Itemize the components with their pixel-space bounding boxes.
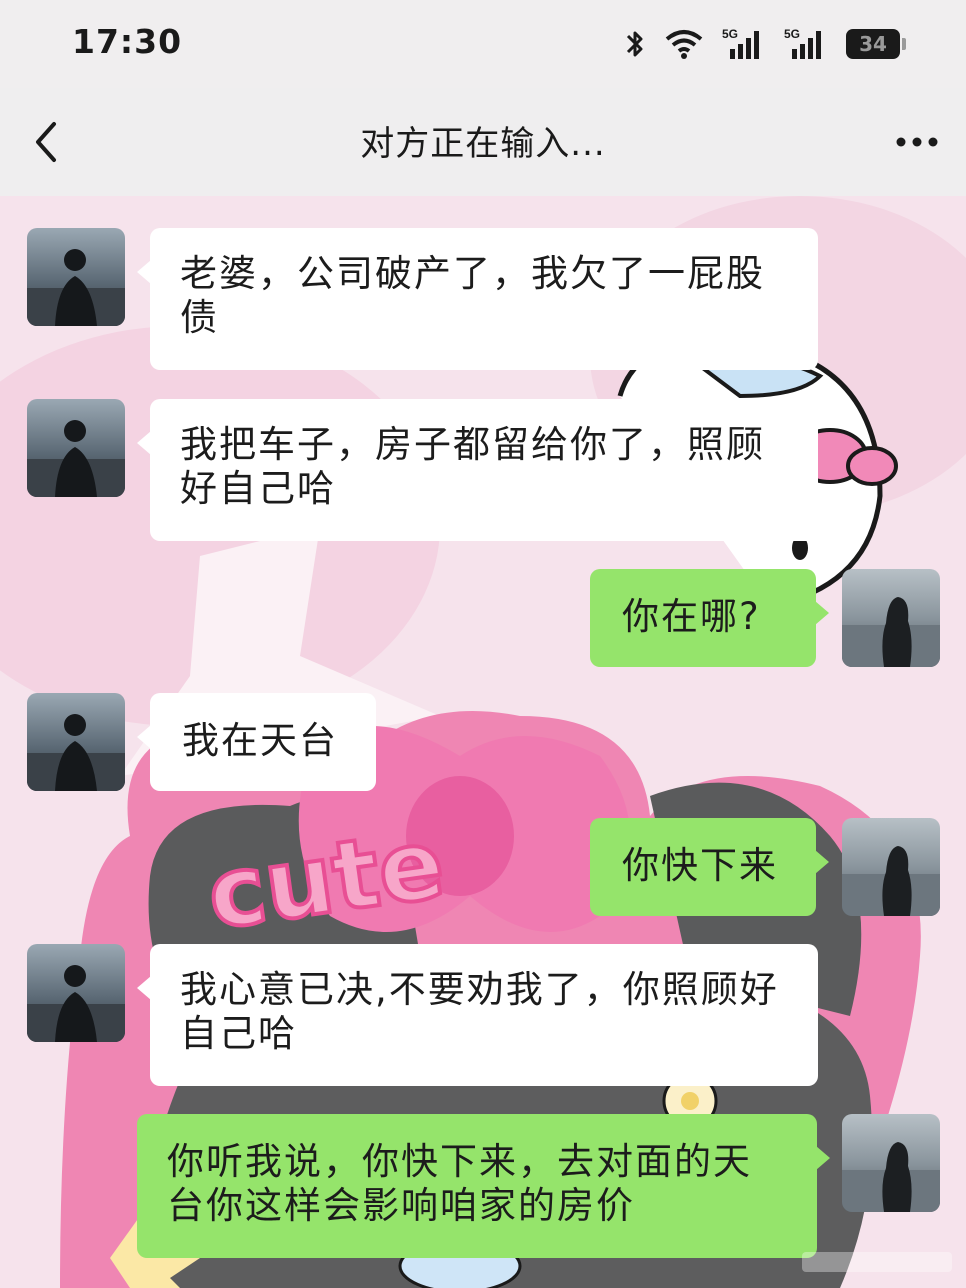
chat-header: 对方正在输入... [0,88,966,196]
signal-icon: 5G [722,27,759,59]
message-bubble-incoming[interactable]: 我在天台 [137,693,376,791]
message-bubble-incoming[interactable]: 我心意已决,不要劝我了，你照顾好自己哈 [137,944,818,1086]
message-text: 我心意已决,不要劝我了，你照顾好自己哈 [180,968,779,1055]
message-text: 我把车子，房子都留给你了，照顾好自己哈 [180,423,765,510]
status-bar: 17:30 5G 5G 34 [0,0,966,88]
message-bubble-outgoing[interactable]: 你快下来 [590,818,829,916]
user-avatar[interactable] [842,1114,940,1212]
message-bubble-incoming[interactable]: 我把车子，房子都留给你了，照顾好自己哈 [137,399,818,541]
user-avatar[interactable] [842,818,940,916]
watermark [802,1252,952,1272]
message-text: 你快下来 [622,844,778,887]
status-time: 17:30 [72,22,183,61]
contact-avatar[interactable] [27,693,125,791]
message-bubble-incoming[interactable]: 老婆，公司破产了，我欠了一屁股债 [137,228,818,370]
message-text: 你在哪? [622,595,761,638]
user-avatar[interactable] [842,569,940,667]
battery-level: 34 [859,32,887,56]
message-text: 我在天台 [182,719,338,762]
more-dots-icon[interactable] [894,124,940,160]
signal-label: 5G [722,27,738,41]
message-text: 你听我说，你快下来，去对面的天台你这样会影响咱家的房价 [167,1140,752,1227]
signal-label: 5G [784,27,800,41]
contact-avatar[interactable] [27,228,125,326]
contact-avatar[interactable] [27,944,125,1042]
status-icons: 5G 5G 34 [624,26,906,62]
wifi-icon [665,30,703,59]
contact-avatar[interactable] [27,399,125,497]
bluetooth-icon [626,31,643,57]
message-bubble-outgoing[interactable]: 你听我说，你快下来，去对面的天台你这样会影响咱家的房价 [137,1114,830,1258]
message-text: 老婆，公司破产了，我欠了一屁股债 [180,252,765,339]
battery-icon: 34 [846,29,906,59]
signal-icon: 5G [784,27,821,59]
chat-title: 对方正在输入... [360,124,606,164]
message-bubble-outgoing[interactable]: 你在哪? [590,569,829,667]
chat-area[interactable]: cute 老婆，公司破产了，我欠了一屁股债 我把车子，房子都留给你了，照顾好自己… [0,196,966,1288]
